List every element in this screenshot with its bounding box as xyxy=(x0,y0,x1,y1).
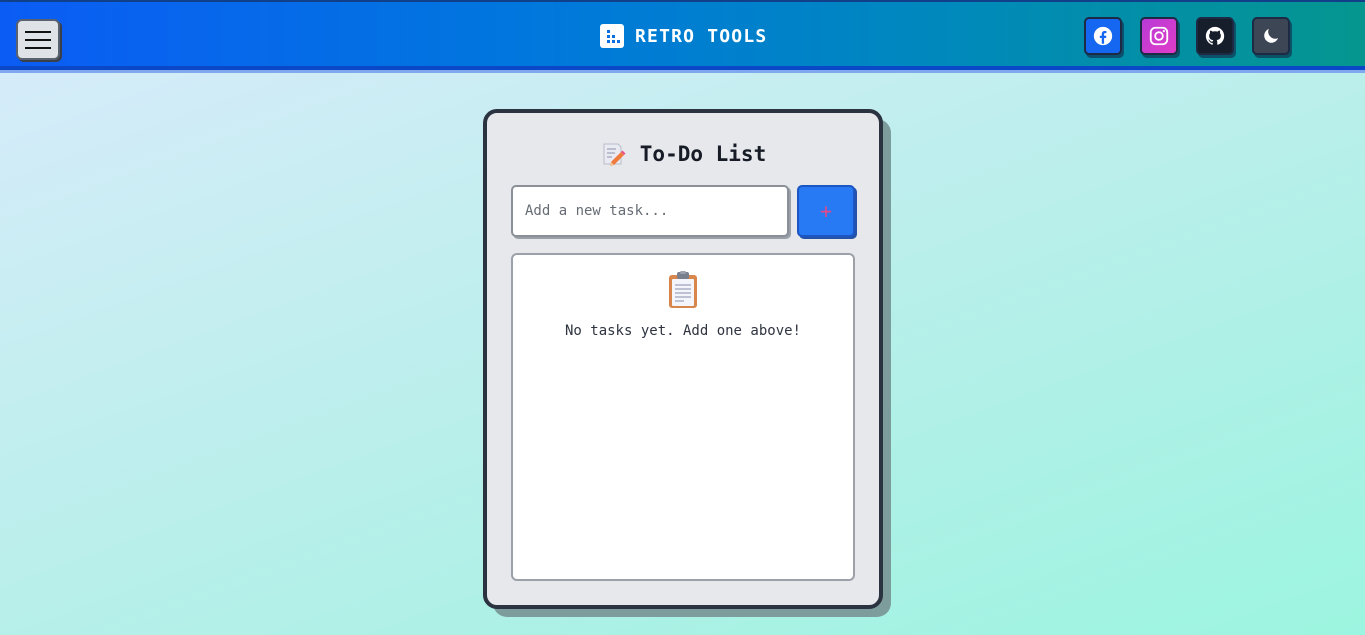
brand-title: RETRO TOOLS xyxy=(635,25,768,47)
navbar-border-highlight xyxy=(0,70,1365,73)
instagram-icon xyxy=(1149,26,1169,46)
menu-line xyxy=(25,46,51,49)
moon-icon xyxy=(1264,28,1279,43)
menu-line xyxy=(25,38,51,41)
brand-logo-icon xyxy=(600,24,624,48)
facebook-icon xyxy=(1093,26,1113,46)
new-task-input[interactable] xyxy=(511,185,789,237)
github-icon xyxy=(1205,26,1225,45)
hamburger-menu-button[interactable] xyxy=(16,19,60,60)
empty-state-icon-wrapper xyxy=(513,271,853,309)
memo-pencil-icon xyxy=(603,143,626,166)
add-task-button[interactable]: + xyxy=(797,185,855,237)
github-link-button[interactable] xyxy=(1196,17,1234,55)
facebook-link-button[interactable] xyxy=(1084,17,1122,55)
menu-line xyxy=(25,30,51,33)
instagram-link-button[interactable] xyxy=(1140,17,1178,55)
task-list: No tasks yet. Add one above! xyxy=(511,253,855,581)
todo-title-text: To-Do List xyxy=(639,142,767,166)
top-navbar: RETRO TOOLS xyxy=(0,0,1365,66)
empty-state-message: No tasks yet. Add one above! xyxy=(564,323,801,339)
clipboard-icon xyxy=(669,271,697,308)
todo-card: To-Do List + No tasks yet. Add one above… xyxy=(483,109,883,609)
brand[interactable]: RETRO TOOLS xyxy=(600,24,767,48)
todo-title: To-Do List xyxy=(487,141,879,167)
theme-toggle-button[interactable] xyxy=(1252,17,1290,55)
